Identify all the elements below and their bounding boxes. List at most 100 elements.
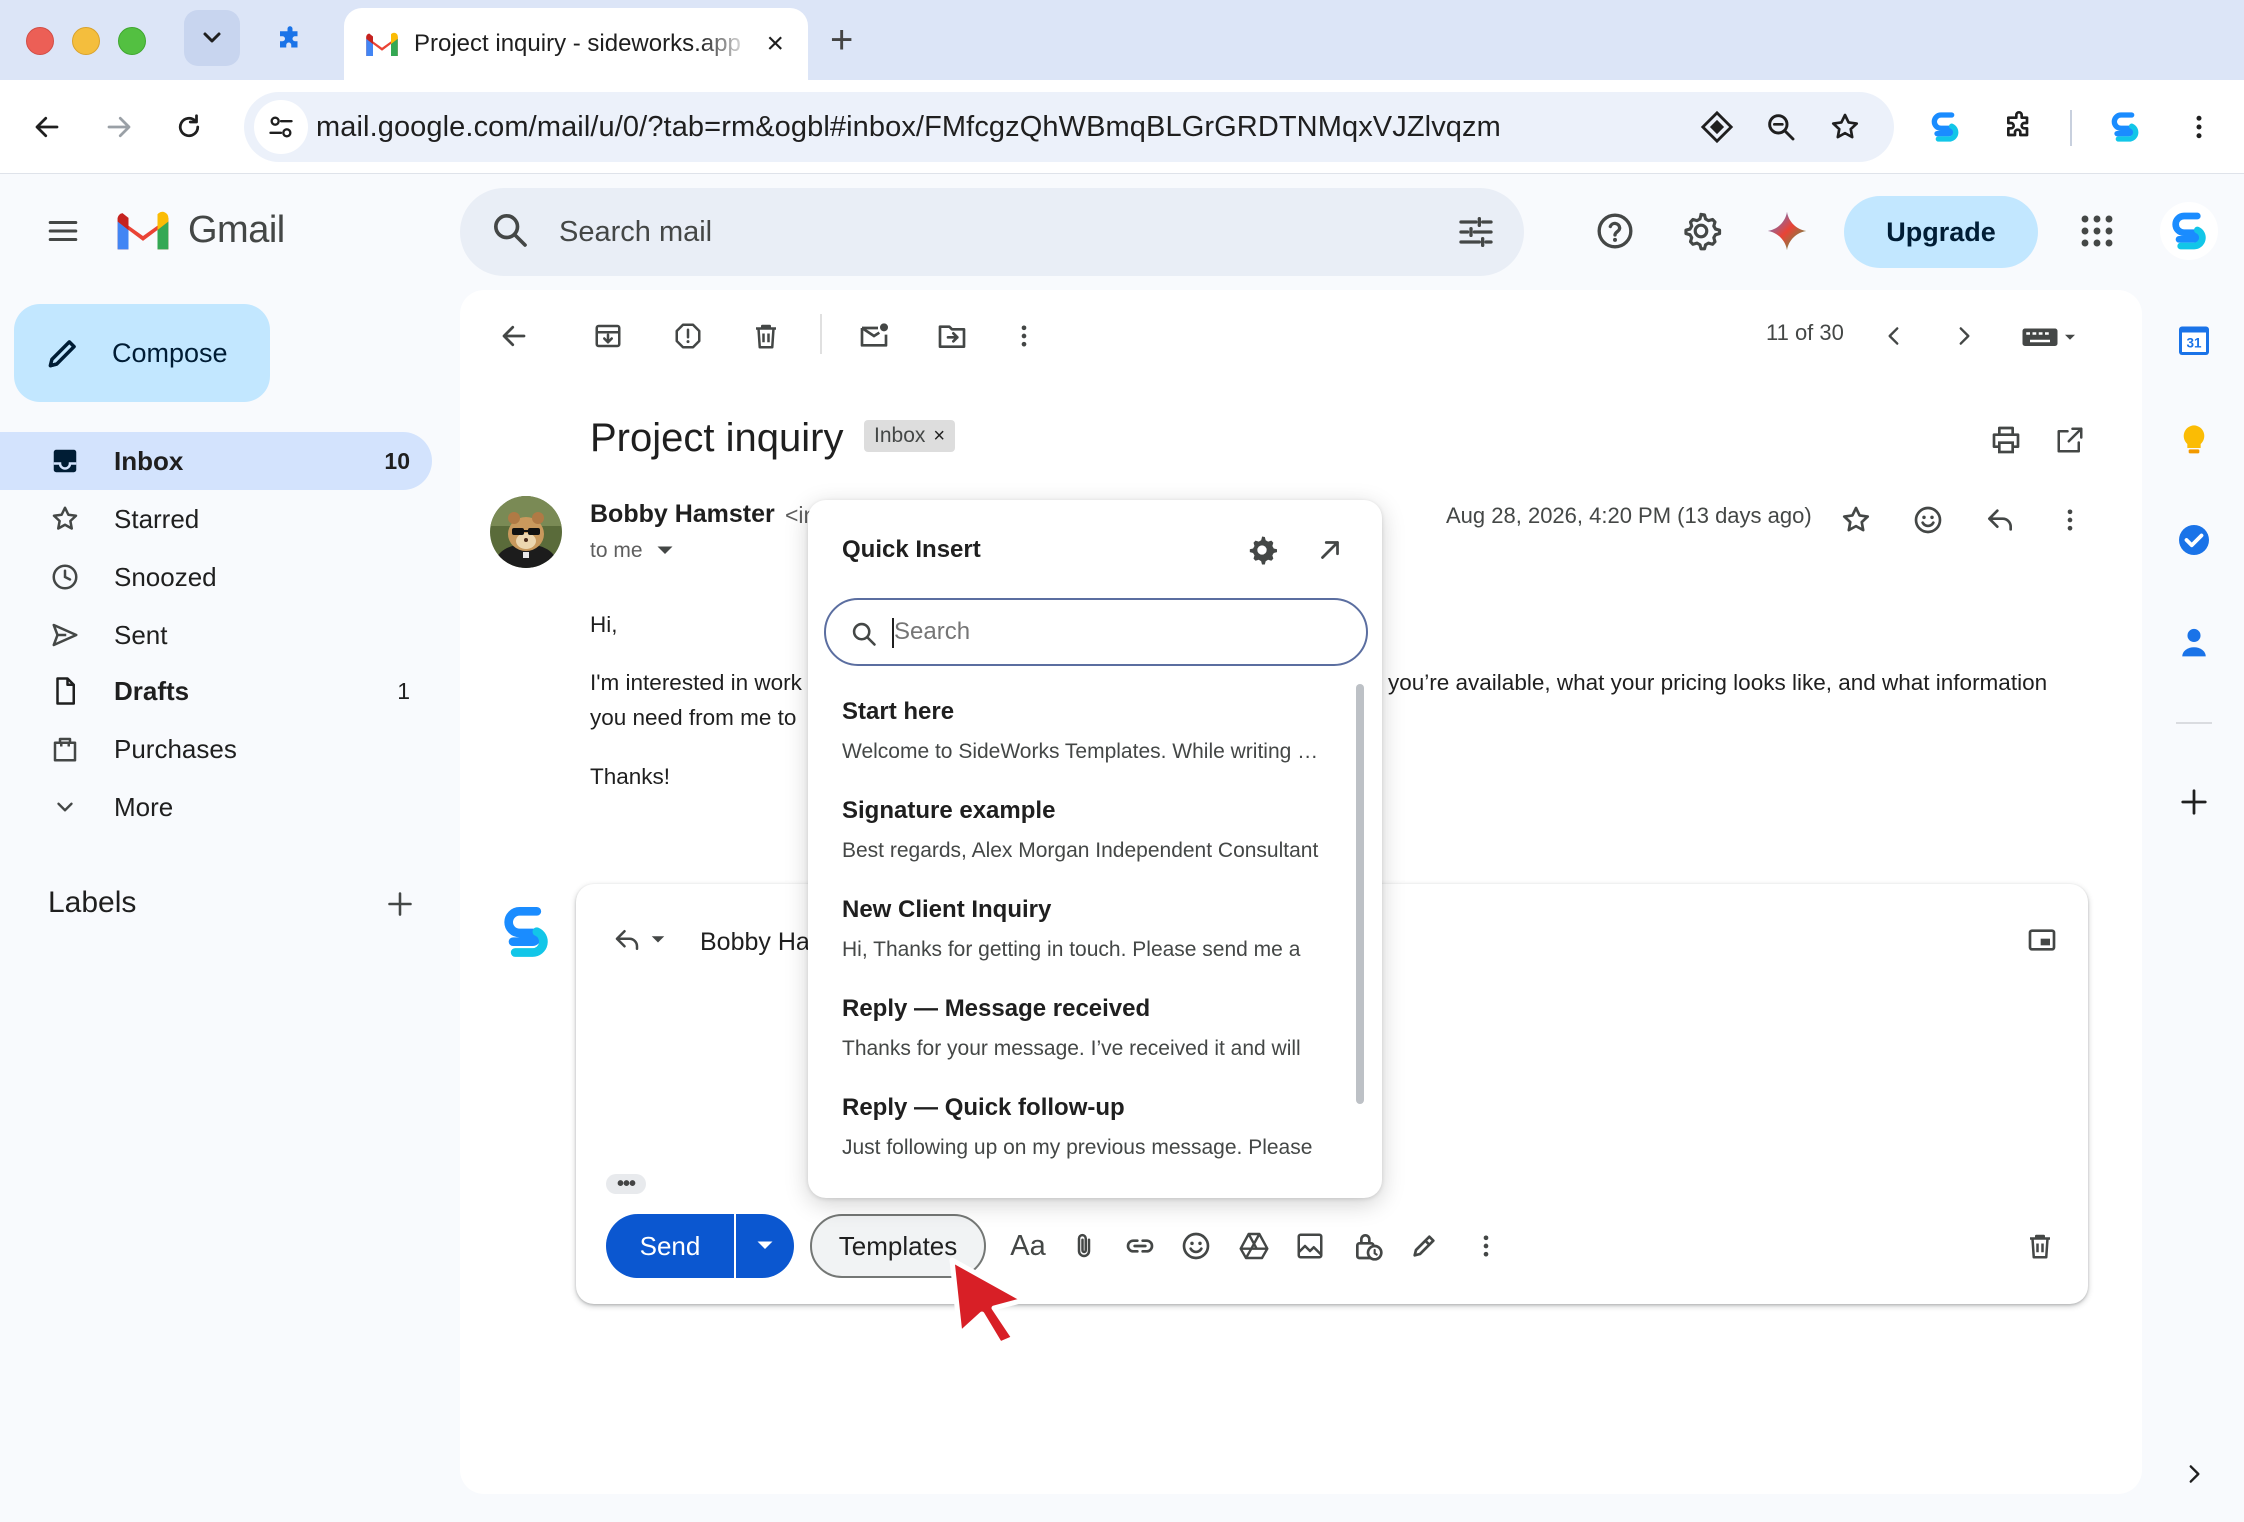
add-reaction-emoji-icon[interactable] (1904, 496, 1952, 544)
insert-drive-icon[interactable] (1232, 1224, 1276, 1268)
inbox-icon (48, 444, 82, 478)
gmail-logo[interactable]: Gmail (114, 208, 285, 252)
send-button[interactable]: Send (606, 1214, 734, 1278)
pop-out-reply-icon[interactable] (2018, 916, 2066, 964)
archive-icon[interactable] (584, 312, 632, 360)
site-info-icon[interactable] (254, 100, 308, 154)
address-bar[interactable]: mail.google.com/mail/u/0/?tab=rm&ogbl#in… (244, 92, 1894, 162)
sender-name[interactable]: Bobby Hamster (590, 500, 775, 529)
print-icon[interactable] (1982, 416, 2030, 464)
reload-icon[interactable] (166, 104, 212, 150)
older-chevron-right-icon[interactable] (1940, 312, 1988, 360)
compose-button[interactable]: Compose (14, 304, 270, 402)
star-message-icon[interactable] (1832, 496, 1880, 544)
label-chip-inbox[interactable]: Inbox × (864, 420, 956, 452)
send-options-button[interactable] (736, 1214, 794, 1278)
tasks-check-icon[interactable] (2172, 518, 2216, 562)
main-menu-icon[interactable] (40, 208, 86, 254)
mark-unread-icon[interactable] (850, 312, 898, 360)
url-text: mail.google.com/mail/u/0/?tab=rm&ogbl#in… (316, 111, 1501, 143)
settings-gear-icon[interactable] (1244, 532, 1280, 568)
attach-file-icon[interactable] (1062, 1224, 1106, 1268)
sidebar-item-purchases[interactable]: Purchases (0, 720, 432, 778)
message-more-icon[interactable] (2046, 496, 2094, 544)
chevron-down-icon (203, 32, 221, 43)
google-apps-icon[interactable] (2074, 208, 2120, 254)
upgrade-button[interactable]: Upgrade (1844, 196, 2038, 268)
search-options-icon[interactable] (1456, 212, 1496, 252)
window-zoom-button[interactable] (118, 27, 146, 55)
contacts-person-icon[interactable] (2172, 620, 2216, 664)
hide-side-panel-chevron-icon[interactable] (2172, 1452, 2216, 1496)
back-arrow-icon[interactable] (24, 104, 70, 150)
expand-arrow-icon[interactable] (1312, 532, 1348, 568)
more-actions-icon[interactable] (1000, 312, 1048, 360)
template-title: New Client Inquiry (842, 896, 1052, 923)
sidebar-item-more[interactable]: More (0, 778, 432, 836)
show-trimmed-content-button[interactable]: ••• (606, 1174, 646, 1194)
lens-diamond-icon[interactable] (1698, 108, 1736, 146)
report-spam-icon[interactable] (664, 312, 712, 360)
zoom-icon[interactable] (1762, 108, 1800, 146)
get-addons-plus-icon[interactable] (2172, 780, 2216, 824)
template-search-input[interactable] (894, 618, 1294, 646)
discard-draft-icon[interactable] (2018, 1224, 2062, 1268)
more-options-icon[interactable] (1464, 1224, 1508, 1268)
insert-emoji-icon[interactable] (1174, 1224, 1218, 1268)
template-search-field[interactable] (824, 598, 1368, 666)
calendar-icon[interactable]: 31 (2172, 318, 2216, 362)
forward-arrow-icon[interactable] (96, 104, 142, 150)
back-to-inbox-icon[interactable] (490, 312, 538, 360)
sender-avatar[interactable] (490, 496, 562, 568)
add-label-icon[interactable] (380, 884, 420, 924)
sidebar-item-label: Snoozed (114, 561, 217, 592)
tab-search-button[interactable] (184, 10, 240, 66)
search-icon[interactable] (490, 210, 530, 250)
template-item-start-here[interactable]: Start here Welcome to SideWorks Template… (842, 698, 1352, 764)
delete-icon[interactable] (742, 312, 790, 360)
sidebar-item-sent[interactable]: Sent (0, 606, 432, 664)
sidebar-item-snoozed[interactable]: Snoozed (0, 548, 432, 606)
recipient-details[interactable]: to me (590, 539, 674, 563)
side-panel-divider (2176, 722, 2212, 724)
template-item-signature-example[interactable]: Signature example Best regards, Alex Mor… (842, 797, 1352, 863)
star-icon (48, 502, 82, 536)
newer-chevron-left-icon[interactable] (1870, 312, 1918, 360)
help-icon[interactable] (1592, 208, 1638, 254)
sideworks-profile-icon[interactable] (2102, 104, 2148, 150)
move-to-icon[interactable] (928, 312, 976, 360)
bookmark-star-icon[interactable] (1826, 108, 1864, 146)
sideworks-extension-icon[interactable] (1922, 104, 1968, 150)
remove-label-icon[interactable]: × (933, 425, 945, 448)
reply-icon[interactable] (1976, 496, 2024, 544)
template-item-new-client-inquiry[interactable]: New Client Inquiry Hi, Thanks for gettin… (842, 896, 1352, 962)
sidebar-item-inbox[interactable]: Inbox 10 (0, 432, 432, 490)
browser-tab-active[interactable]: Project inquiry - sideworks.app × (344, 8, 808, 80)
open-new-window-icon[interactable] (2046, 416, 2094, 464)
reply-type-menu[interactable] (604, 916, 674, 964)
template-item-reply-message-received[interactable]: Reply — Message received Thanks for your… (842, 995, 1352, 1061)
input-tools-keyboard-icon[interactable] (2012, 312, 2088, 360)
bag-icon (48, 732, 82, 766)
sidebar-item-starred[interactable]: Starred (0, 490, 432, 548)
insert-signature-icon[interactable] (1402, 1224, 1446, 1268)
insert-photo-icon[interactable] (1288, 1224, 1332, 1268)
template-item-reply-quick-follow-up[interactable]: Reply — Quick follow-up Just following u… (842, 1094, 1352, 1160)
search-mail-bar[interactable]: Search mail (460, 188, 1524, 276)
puzzle-icon[interactable] (272, 22, 308, 58)
account-avatar-icon[interactable] (2160, 202, 2218, 260)
insert-link-icon[interactable] (1118, 1224, 1162, 1268)
settings-gear-icon[interactable] (1678, 208, 1724, 254)
gemini-sparkle-icon[interactable] (1764, 208, 1810, 254)
confidential-mode-icon[interactable] (1346, 1224, 1390, 1268)
window-minimize-button[interactable] (72, 27, 100, 55)
close-tab-icon[interactable]: × (766, 29, 784, 59)
reply-recipient[interactable]: Bobby Har (700, 928, 818, 957)
keep-bulb-icon[interactable] (2172, 418, 2216, 462)
window-close-button[interactable] (26, 27, 54, 55)
new-tab-button[interactable]: + (830, 20, 853, 60)
extensions-puzzle-icon[interactable] (1996, 104, 2042, 150)
sidebar-item-drafts[interactable]: Drafts 1 (0, 662, 432, 720)
browser-menu-icon[interactable] (2176, 104, 2222, 150)
template-list-scrollbar[interactable] (1356, 684, 1364, 1104)
